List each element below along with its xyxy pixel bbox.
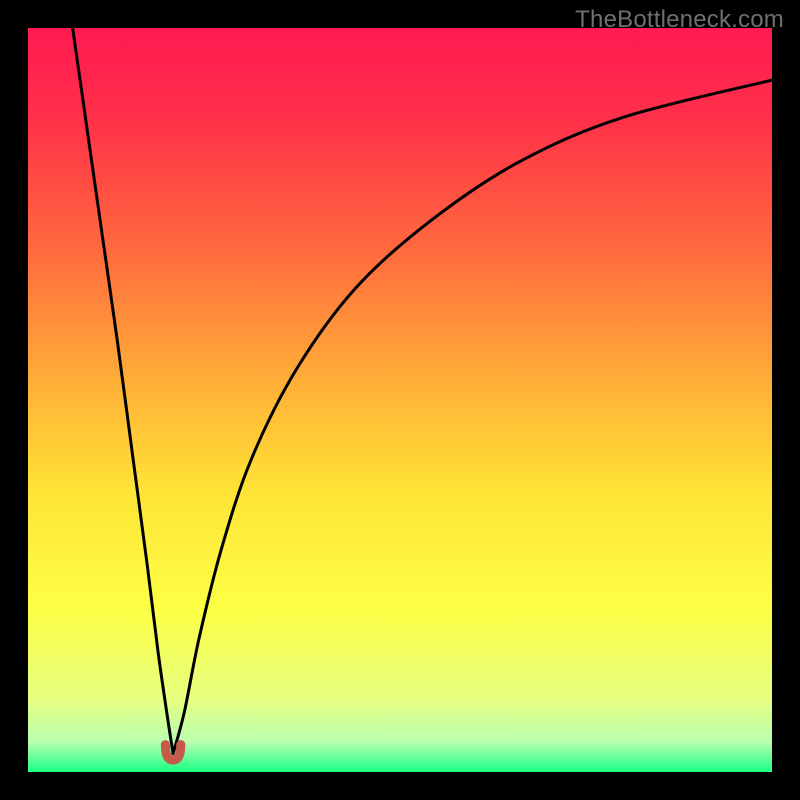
plot-area	[28, 28, 772, 772]
chart-svg	[28, 28, 772, 772]
gradient-background	[28, 28, 772, 772]
outer-frame: TheBottleneck.com	[0, 0, 800, 800]
